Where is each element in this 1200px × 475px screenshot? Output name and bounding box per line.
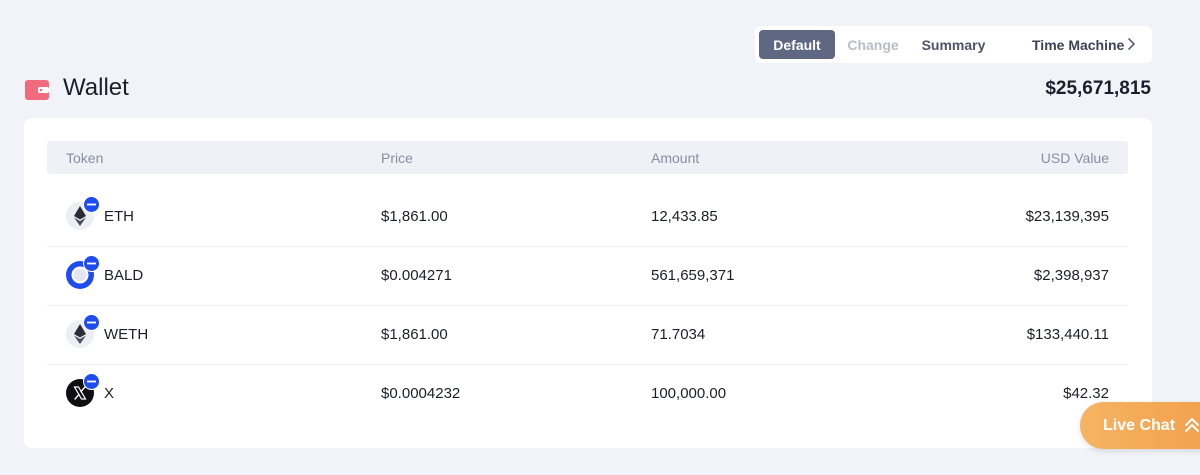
table-row[interactable]: WETH $1,861.00 71.7034 $133,440.11 <box>47 306 1128 365</box>
chevron-right-icon <box>1128 38 1135 50</box>
token-amount: 100,000.00 <box>651 385 727 402</box>
chain-badge-icon <box>83 255 100 272</box>
summary-view-button[interactable]: Summary <box>911 30 996 59</box>
double-chevron-up-icon <box>1185 418 1199 432</box>
token-amount: 561,659,371 <box>651 267 735 284</box>
table-header: Token Price Amount USD Value <box>47 141 1128 174</box>
table-row[interactable]: X $0.0004232 100,000.00 $42.32 <box>47 365 1128 424</box>
header-usd-value: USD Value <box>1040 150 1109 166</box>
token-price: $0.0004232 <box>381 385 461 402</box>
table-row[interactable]: ETH $1,861.00 12,433.85 $23,139,395 <box>47 188 1128 247</box>
header-price: Price <box>381 150 413 166</box>
token-name: ETH <box>104 208 134 225</box>
chain-badge-icon <box>83 314 100 331</box>
view-toggle: Default Change Summary <box>755 26 1032 63</box>
wallet-total-value: $25,671,815 <box>1045 78 1151 99</box>
token-table-card: Token Price Amount USD Value ETH $1,861.… <box>24 118 1152 448</box>
token-name: X <box>104 385 115 402</box>
time-machine-button[interactable]: Time Machine <box>1013 26 1152 63</box>
token-usd-value: $2,398,937 <box>1033 267 1109 284</box>
table-row[interactable]: BALD $0.004271 561,659,371 $2,398,937 <box>47 247 1128 306</box>
wallet-title: Wallet <box>63 74 129 101</box>
token-price: $0.004271 <box>381 267 452 284</box>
live-chat-button[interactable]: Live Chat <box>1080 402 1200 449</box>
default-view-button[interactable]: Default <box>759 30 835 59</box>
token-price: $1,861.00 <box>381 208 448 225</box>
chain-badge-icon <box>83 196 100 213</box>
chain-badge-icon <box>83 373 100 390</box>
change-view-button[interactable]: Change <box>835 30 911 59</box>
token-price: $1,861.00 <box>381 326 448 343</box>
token-usd-value: $133,440.11 <box>1026 326 1109 343</box>
token-amount: 12,433.85 <box>651 208 718 225</box>
token-usd-value: $42.32 <box>1063 385 1109 402</box>
header-token: Token <box>66 150 104 166</box>
token-name: BALD <box>104 267 144 284</box>
live-chat-label: Live Chat <box>1103 416 1176 434</box>
header-amount: Amount <box>651 150 700 166</box>
token-amount: 71.7034 <box>651 326 706 343</box>
time-machine-label: Time Machine <box>1032 36 1125 53</box>
wallet-icon <box>25 80 49 100</box>
token-usd-value: $23,139,395 <box>1025 208 1109 225</box>
page: Default Change Summary Time Machine Wall… <box>0 0 1200 475</box>
token-name: WETH <box>104 326 149 343</box>
